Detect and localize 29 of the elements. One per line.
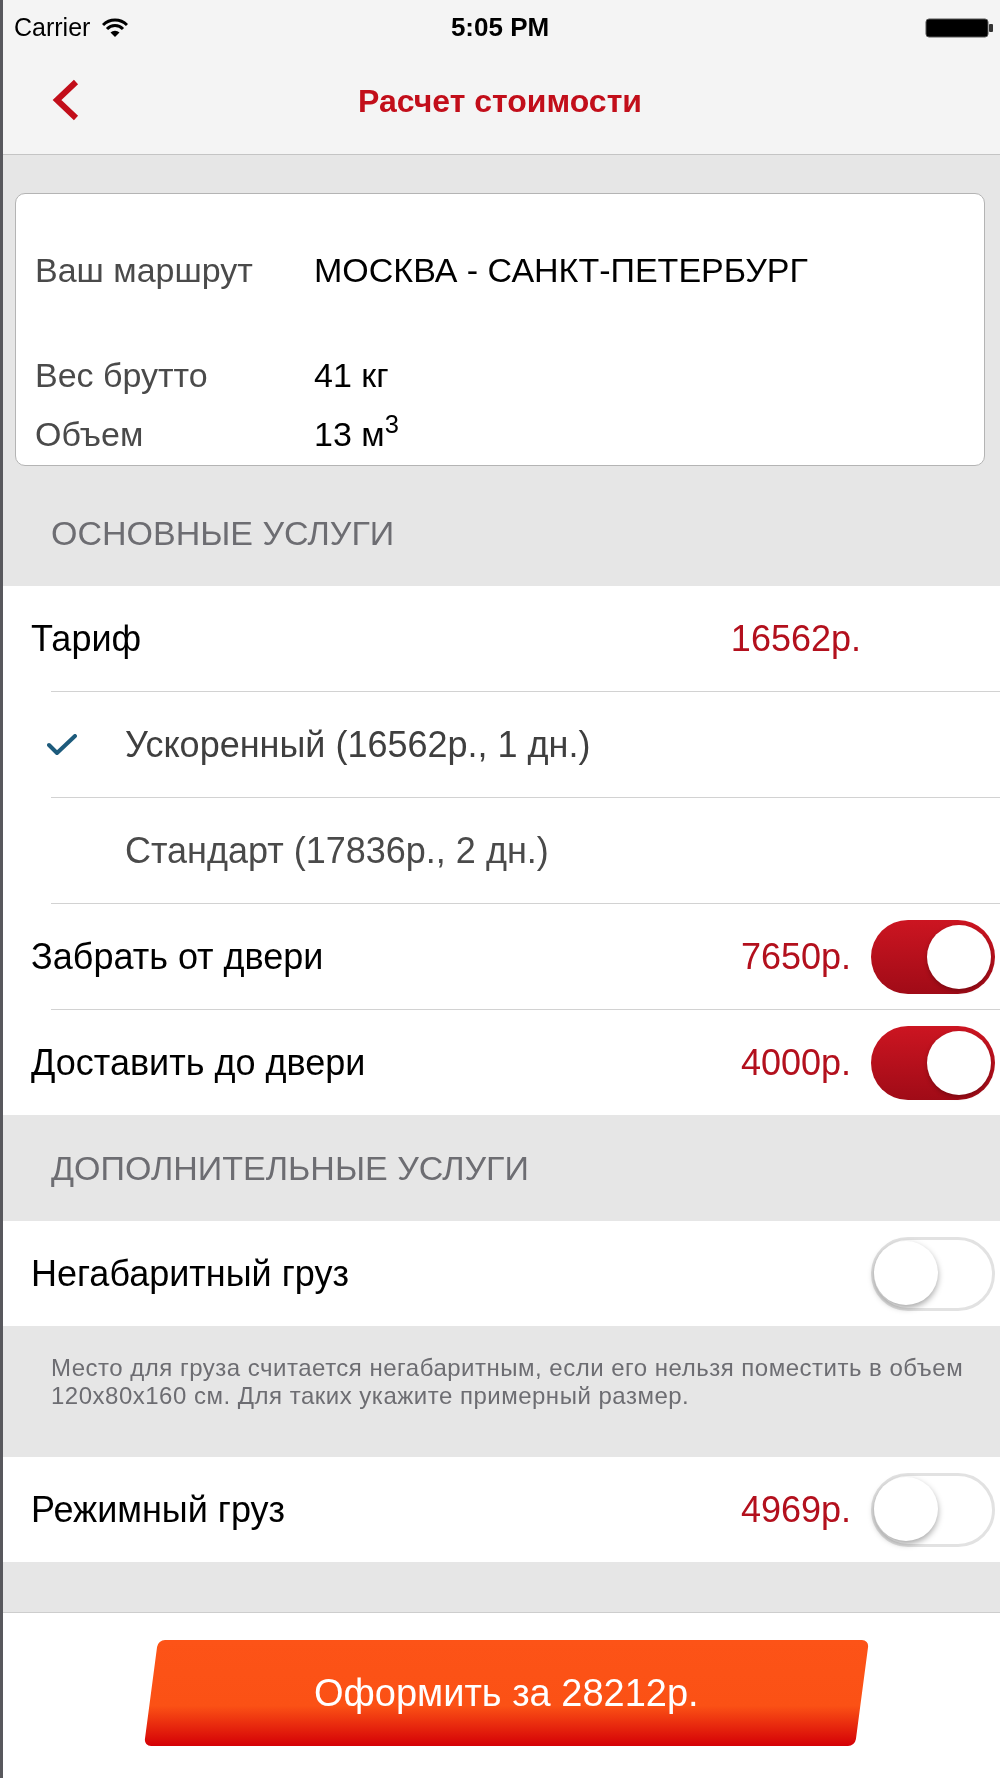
section-header: ОСНОВНЫЕ УСЛУГИ: [51, 512, 395, 554]
route-label: Ваш маршрут: [34, 250, 254, 291]
row-label: Негабаритный груз: [31, 1251, 350, 1296]
row-label: Режимный груз: [31, 1487, 287, 1532]
tariff-option[interactable]: Ускоренный (16562р., 1 дн.): [0, 692, 1000, 797]
chevron-left-icon: [51, 79, 81, 121]
row-price: 7650р.: [740, 934, 851, 979]
row-price: 16562р.: [730, 616, 861, 661]
toggle-switch[interactable]: [871, 1236, 995, 1311]
note-text: Место для груза считается негабаритным, если его нельзя поместить в объем 120x80x160 см. Для таких укажите примерный размер.: [51, 1354, 965, 1410]
route-value: 41 кг: [314, 355, 389, 396]
route-label: Объем: [34, 414, 145, 455]
wifi-icon: [102, 17, 129, 38]
nav-title: Расчет стоимости: [358, 81, 642, 121]
row-price: 4969р.: [740, 1487, 851, 1532]
row-price: 4000р.: [740, 1040, 851, 1085]
status-time: 5:05 PM: [450, 11, 550, 44]
section-header: ДОПОЛНИТЕЛЬНЫЕ УСЛУГИ: [51, 1147, 529, 1189]
route-value: 13 м$^{3}$: [314, 409, 399, 455]
row-label: Доставить до двери: [31, 1040, 367, 1085]
tariff-option[interactable]: Стандарт (17836р., 2 дн.): [0, 798, 1000, 903]
row-label: Тариф: [31, 616, 143, 661]
checkmark-icon: [47, 733, 77, 756]
battery-icon: [925, 17, 995, 38]
toggle-switch[interactable]: [871, 1472, 995, 1547]
carrier-label: Carrier: [14, 11, 91, 43]
route-label: Вес брутто: [34, 355, 209, 396]
route-value: МОСКВА - САНКТ-ПЕТЕРБУРГ: [314, 250, 808, 291]
row-label: Забрать от двери: [31, 934, 325, 979]
